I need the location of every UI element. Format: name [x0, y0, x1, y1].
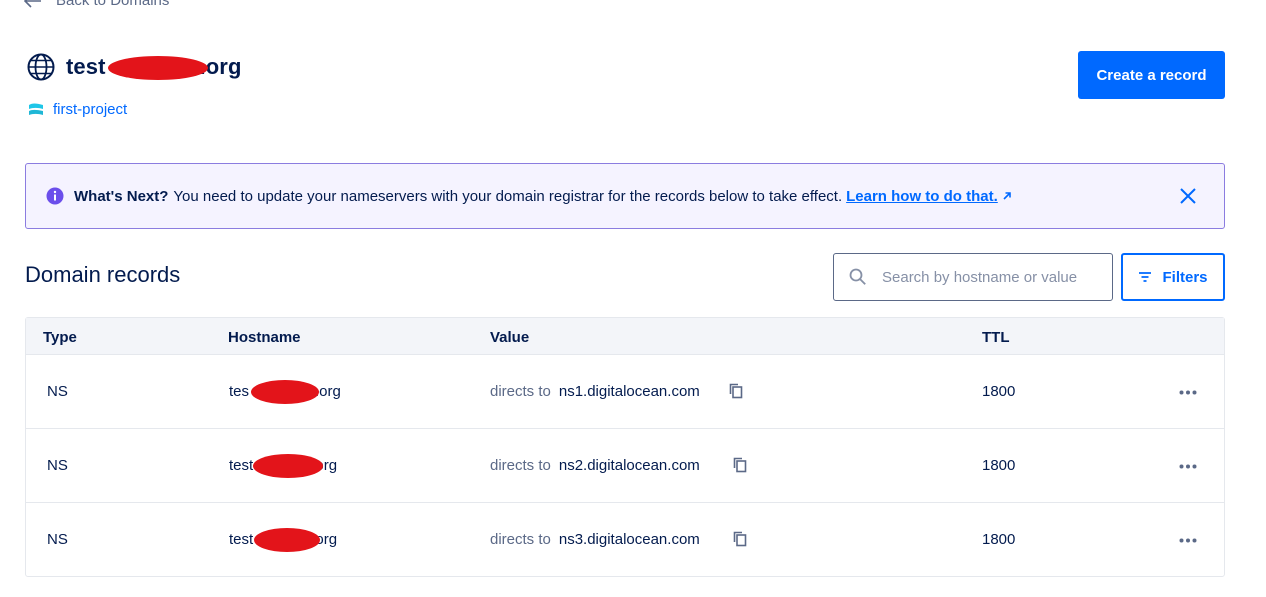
page-title: test .org: [66, 54, 241, 80]
arrow-left-icon: [24, 0, 41, 8]
learn-how-link[interactable]: Learn how to do that.: [846, 188, 998, 205]
copy-icon[interactable]: [729, 383, 743, 399]
more-icon[interactable]: [1179, 464, 1197, 469]
record-value-text: ns3.digitalocean.com: [558, 531, 700, 548]
external-link-icon: [1003, 192, 1011, 200]
more-icon[interactable]: [1179, 390, 1197, 395]
redaction-mark: [253, 454, 323, 478]
filters-label: Filters: [1162, 268, 1208, 286]
back-to-domains-label: Back to Domains: [56, 0, 170, 9]
copy-icon[interactable]: [733, 457, 747, 473]
table-header: Type Hostname Value TTL: [26, 318, 1224, 355]
record-hostname: test .org: [229, 454, 337, 478]
search-icon: [849, 268, 866, 285]
record-value-text: ns1.digitalocean.com: [558, 383, 700, 400]
search-input[interactable]: [882, 268, 1102, 286]
domain-records-heading: Domain records: [25, 262, 181, 287]
domain-name-prefix: test: [66, 54, 106, 79]
redaction-mark: [254, 528, 320, 552]
directs-to-label: directs to: [490, 383, 551, 400]
table-row: NS test .org directs to ns3.digitalocean.c…: [26, 503, 1224, 576]
banner-message: You need to update your nameservers with…: [173, 187, 843, 205]
record-value: directs to ns2.digitalocean.com: [490, 457, 700, 474]
record-value: directs to ns1.digitalocean.com: [490, 383, 700, 400]
hostname-prefix: test: [229, 457, 254, 474]
column-type: Type: [43, 329, 77, 346]
directs-to-label: directs to: [490, 531, 551, 548]
hostname-prefix: test: [229, 531, 254, 548]
table-row: NS tes .org directs to ns1.digitalocean.co…: [26, 355, 1224, 429]
column-hostname: Hostname: [228, 329, 301, 346]
hostname-prefix: tes: [229, 383, 250, 400]
record-value: directs to ns3.digitalocean.com: [490, 531, 700, 548]
domain-records-table: Type Hostname Value TTL NS tes .org direc…: [25, 317, 1225, 577]
back-to-domains-link[interactable]: Back to Domains: [24, 0, 169, 9]
directs-to-label: directs to: [490, 457, 551, 474]
create-record-button[interactable]: Create a record: [1078, 51, 1225, 99]
record-type: NS: [47, 383, 68, 400]
domain-header: test .org: [26, 52, 241, 82]
table-row: NS test .org directs to ns2.digitalocean.c…: [26, 429, 1224, 503]
copy-icon[interactable]: [733, 531, 747, 547]
project-link[interactable]: first-project: [28, 101, 127, 118]
more-icon[interactable]: [1179, 538, 1197, 543]
close-icon[interactable]: [1179, 187, 1197, 205]
project-icon: [29, 103, 43, 115]
filters-button[interactable]: Filters: [1121, 253, 1225, 301]
column-value: Value: [490, 329, 530, 346]
redaction-mark: [251, 380, 319, 404]
record-ttl: 1800: [982, 383, 1016, 400]
record-ttl: 1800: [982, 531, 1016, 548]
project-name: first-project: [53, 101, 128, 118]
banner-title: What's Next?: [74, 187, 169, 205]
record-type: NS: [47, 457, 68, 474]
whats-next-banner: What's Next? You need to update your nam…: [25, 163, 1225, 229]
globe-icon: [27, 53, 55, 81]
record-hostname: tes .org: [229, 380, 341, 404]
info-icon: [46, 187, 64, 205]
redaction-mark: [108, 56, 208, 80]
filter-icon: [1139, 272, 1152, 282]
record-hostname: test .org: [229, 528, 337, 552]
record-type: NS: [47, 531, 68, 548]
column-ttl: TTL: [982, 329, 1010, 346]
search-box[interactable]: [833, 253, 1113, 301]
record-value-text: ns2.digitalocean.com: [558, 457, 700, 474]
record-ttl: 1800: [982, 457, 1016, 474]
